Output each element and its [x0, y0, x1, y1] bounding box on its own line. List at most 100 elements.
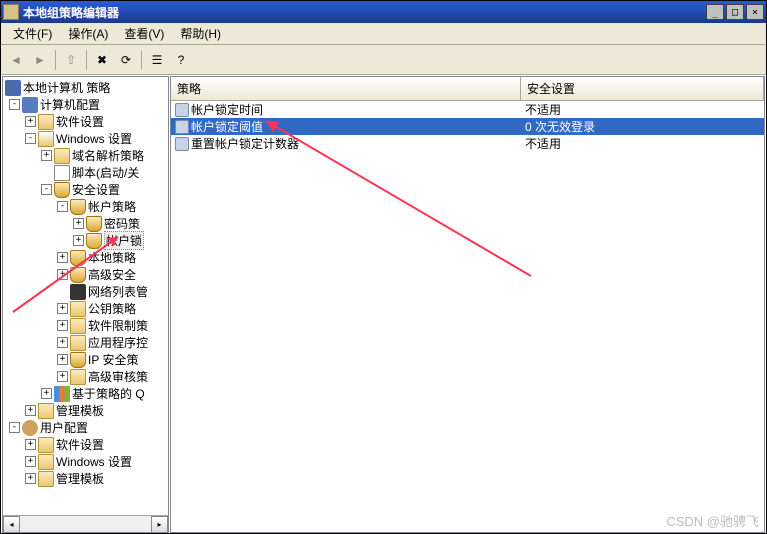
maximize-button[interactable]: □	[726, 4, 744, 20]
folder-icon	[38, 454, 54, 470]
tree-computer-config[interactable]: -计算机配置	[3, 96, 168, 113]
folder-icon	[38, 403, 54, 419]
chart-icon	[54, 386, 70, 402]
column-header-security[interactable]: 安全设置	[521, 77, 764, 100]
tree-policy-based-q[interactable]: +基于策略的 Q	[3, 385, 168, 402]
app-icon	[3, 4, 19, 20]
close-button[interactable]: ×	[746, 4, 764, 20]
tree-advanced-audit[interactable]: +高级审核策	[3, 368, 168, 385]
expand-icon[interactable]: +	[57, 354, 68, 365]
expand-icon[interactable]: +	[41, 388, 52, 399]
tree-u-software-settings[interactable]: +软件设置	[3, 436, 168, 453]
expand-icon[interactable]: +	[25, 405, 36, 416]
tree-user-config[interactable]: -用户配置	[3, 419, 168, 436]
shield-icon	[70, 267, 86, 283]
toolbar: ◄ ► ⇧ ✖ ⟳ ☰ ?	[1, 45, 766, 75]
tree-windows-settings[interactable]: -Windows 设置	[3, 130, 168, 147]
policy-icon	[175, 103, 189, 117]
help-toolbar-button[interactable]: ?	[170, 49, 192, 71]
script-icon	[54, 165, 70, 181]
tree-dns-policy[interactable]: +域名解析策略	[3, 147, 168, 164]
user-icon	[22, 420, 38, 436]
tree-admin-templates[interactable]: +管理模板	[3, 402, 168, 419]
column-header-policy[interactable]: 策略	[171, 77, 521, 100]
properties-button[interactable]: ☰	[146, 49, 168, 71]
collapse-icon[interactable]: -	[57, 201, 68, 212]
tree-local-policy[interactable]: +本地策略	[3, 249, 168, 266]
tree-pane[interactable]: 本地计算机 策略 -计算机配置 +软件设置 -Windows 设置 +域名解析策…	[2, 76, 169, 533]
scroll-track[interactable]	[20, 516, 151, 532]
list-pane: 策略 安全设置 帐户锁定时间不适用帐户锁定阈值0 次无效登录重置帐户锁定计数器不…	[170, 76, 765, 533]
delete-button[interactable]: ✖	[91, 49, 113, 71]
tree-u-admin-templates[interactable]: +管理模板	[3, 470, 168, 487]
expand-icon[interactable]: +	[41, 150, 52, 161]
list-row[interactable]: 重置帐户锁定计数器不适用	[171, 135, 764, 152]
tree-public-key[interactable]: +公钥策略	[3, 300, 168, 317]
content-area: 本地计算机 策略 -计算机配置 +软件设置 -Windows 设置 +域名解析策…	[1, 75, 766, 533]
tree-security-settings[interactable]: -安全设置	[3, 181, 168, 198]
tree-software-restrict[interactable]: +软件限制策	[3, 317, 168, 334]
expand-icon[interactable]: +	[25, 439, 36, 450]
tree-advanced-security[interactable]: +高级安全	[3, 266, 168, 283]
collapse-icon[interactable]: -	[25, 133, 36, 144]
minimize-button[interactable]: _	[706, 4, 724, 20]
policy-icon	[175, 137, 189, 151]
shield-icon	[86, 216, 102, 232]
forward-button[interactable]: ►	[29, 49, 51, 71]
expand-icon[interactable]: +	[57, 337, 68, 348]
list-body[interactable]: 帐户锁定时间不适用帐户锁定阈值0 次无效登录重置帐户锁定计数器不适用	[171, 101, 764, 532]
tree-root[interactable]: 本地计算机 策略	[3, 79, 168, 96]
collapse-icon[interactable]: -	[41, 184, 52, 195]
tree-scripts[interactable]: 脚本(启动/关	[3, 164, 168, 181]
refresh-button[interactable]: ⟳	[115, 49, 137, 71]
list-row[interactable]: 帐户锁定时间不适用	[171, 101, 764, 118]
collapse-icon[interactable]: -	[9, 99, 20, 110]
tree-app-control[interactable]: +应用程序控	[3, 334, 168, 351]
expand-icon[interactable]: +	[73, 235, 84, 246]
collapse-icon[interactable]: -	[9, 422, 20, 433]
menu-view[interactable]: 查看(V)	[116, 23, 172, 44]
expand-icon[interactable]: +	[73, 218, 84, 229]
up-button[interactable]: ⇧	[60, 49, 82, 71]
expand-icon[interactable]: +	[25, 456, 36, 467]
list-cell-name: 帐户锁定时间	[171, 101, 521, 118]
tree-account-policy[interactable]: -帐户策略	[3, 198, 168, 215]
tree-lockout-policy[interactable]: +帐户锁	[3, 232, 168, 249]
expand-icon[interactable]: +	[57, 269, 68, 280]
expand-icon[interactable]: +	[57, 320, 68, 331]
expand-icon[interactable]: +	[57, 252, 68, 263]
expand-icon[interactable]: +	[57, 303, 68, 314]
network-icon	[70, 284, 86, 300]
gear-icon	[22, 97, 38, 113]
back-button[interactable]: ◄	[5, 49, 27, 71]
list-row[interactable]: 帐户锁定阈值0 次无效登录	[171, 118, 764, 135]
expand-icon[interactable]: +	[25, 473, 36, 484]
expand-icon[interactable]: +	[57, 371, 68, 382]
shield-icon	[86, 233, 102, 249]
tree-password-policy[interactable]: +密码策	[3, 215, 168, 232]
menu-help[interactable]: 帮助(H)	[172, 23, 229, 44]
menu-file[interactable]: 文件(F)	[5, 23, 60, 44]
tree-software-settings[interactable]: +软件设置	[3, 113, 168, 130]
tree-u-windows-settings[interactable]: +Windows 设置	[3, 453, 168, 470]
folder-icon	[38, 114, 54, 130]
expand-icon[interactable]: +	[25, 116, 36, 127]
tree-network-list[interactable]: 网络列表管	[3, 283, 168, 300]
folder-icon	[38, 471, 54, 487]
policy-icon	[175, 120, 189, 134]
list-cell-value: 不适用	[521, 135, 764, 152]
scroll-right-button[interactable]: ▸	[151, 516, 168, 533]
folder-icon	[70, 301, 86, 317]
folder-icon	[38, 437, 54, 453]
menu-bar: 文件(F) 操作(A) 查看(V) 帮助(H)	[1, 23, 766, 45]
shield-icon	[54, 182, 70, 198]
scroll-left-button[interactable]: ◂	[3, 516, 20, 533]
menu-action[interactable]: 操作(A)	[60, 23, 116, 44]
folder-icon	[54, 148, 70, 164]
folder-icon	[70, 318, 86, 334]
shield-icon	[70, 199, 86, 215]
horizontal-scrollbar[interactable]: ◂ ▸	[3, 515, 168, 532]
tree-ip-security[interactable]: +IP 安全策	[3, 351, 168, 368]
list-cell-name: 重置帐户锁定计数器	[171, 135, 521, 152]
watermark: CSDN @驰骋飞	[666, 511, 759, 530]
